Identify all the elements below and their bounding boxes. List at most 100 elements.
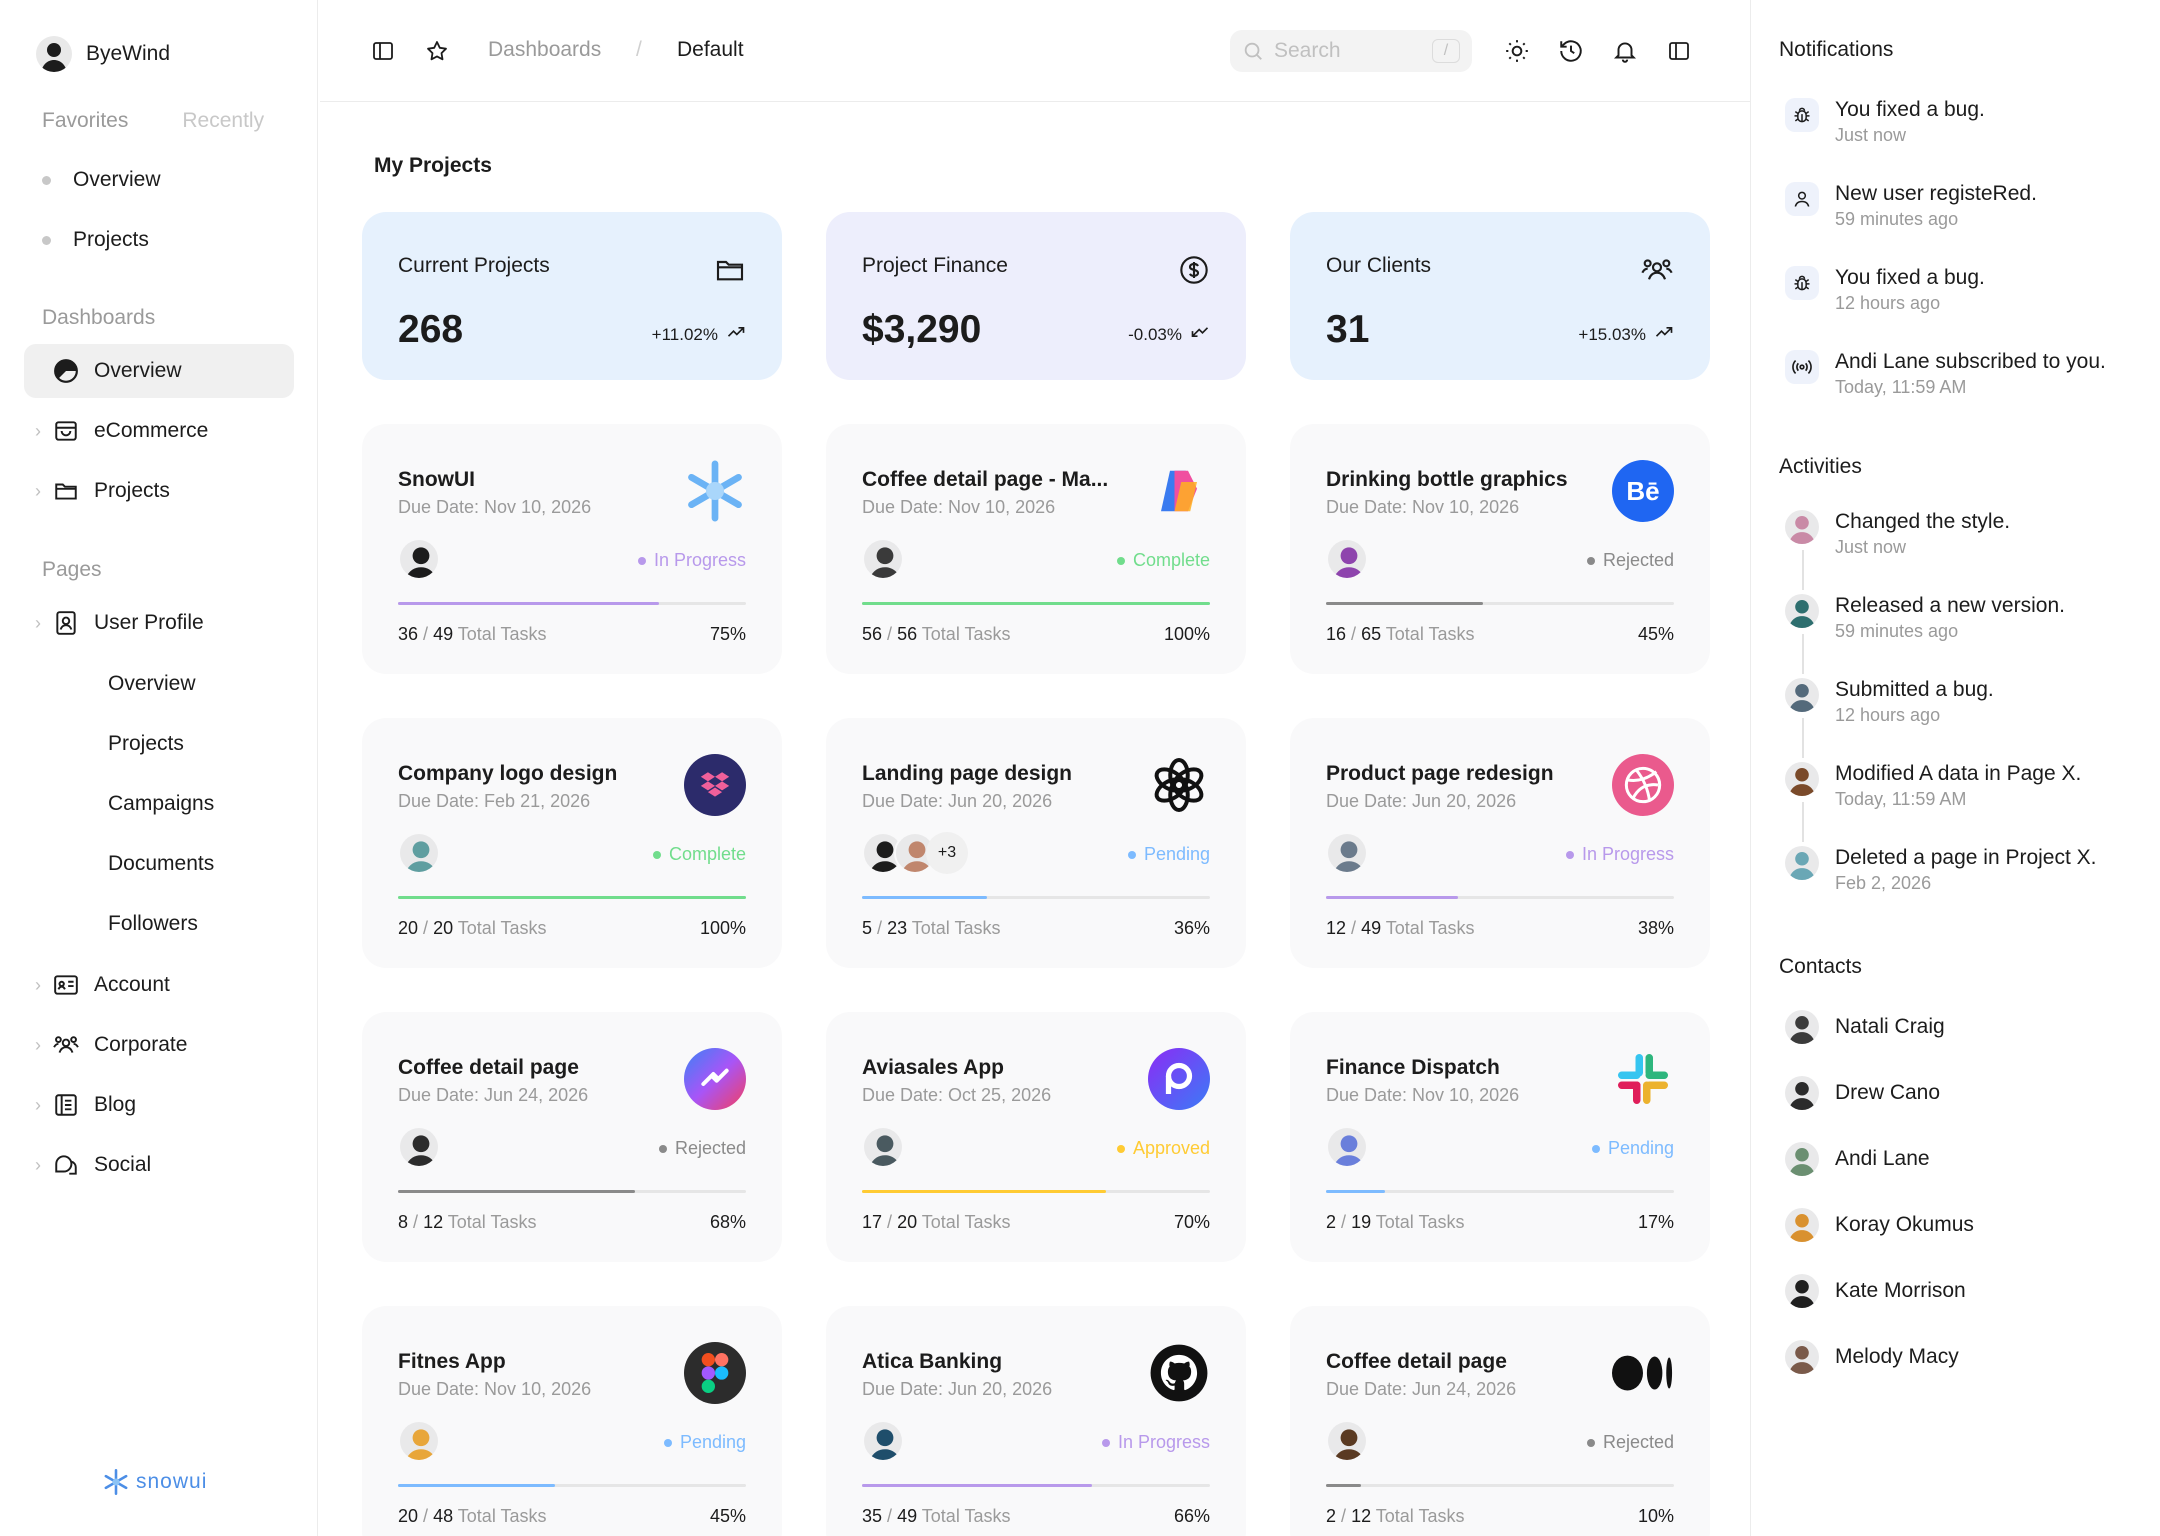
progress-track [1326,896,1674,899]
sidebar: ByeWind Favorites Recently Overview Proj… [0,0,318,1536]
sidebar-item-blog[interactable]: › Blog [24,1078,294,1132]
member-avatar [398,1420,440,1462]
project-card[interactable]: Coffee detail page Due Date: Jun 24, 202… [362,1012,782,1262]
contact-item[interactable]: Koray Okumus [1785,1208,1974,1242]
project-card[interactable]: Finance Dispatch Due Date: Nov 10, 2026 … [1290,1012,1710,1262]
task-count: 2 / 19 Total Tasks [1326,1212,1465,1232]
progress-percent: 70% [1173,1212,1210,1232]
activity-item[interactable]: Deleted a page in Project X. Feb 2, 2026 [1785,846,2097,896]
breadcrumb-dashboards[interactable]: Dashboards [488,38,601,62]
contact-item[interactable]: Melody Macy [1785,1340,1959,1374]
bell-icon[interactable] [1610,36,1640,66]
member-avatars [1326,538,1368,580]
sidebar-subitem-overview[interactable]: Overview [108,672,196,696]
contact-item[interactable]: Andi Lane [1785,1142,1930,1176]
status-badge: Approved [1116,1138,1210,1159]
project-card[interactable]: Coffee detail page Due Date: Jun 24, 202… [1290,1306,1710,1536]
project-due-date: Due Date: Nov 10, 2026 [1326,497,1520,517]
project-due-date: Due Date: Nov 10, 2026 [862,497,1056,517]
project-title: Coffee detail page - Ma... [862,468,1109,491]
tasks-label: Total Tasks [1385,624,1475,644]
status-dot [1591,1144,1600,1153]
activity-time: 12 hours ago [1835,705,1941,725]
star-icon[interactable] [422,36,452,66]
project-card[interactable]: SnowUI Due Date: Nov 10, 2026 In Progres… [362,424,782,674]
progress-track [1326,602,1674,605]
project-card[interactable]: Aviasales App Due Date: Oct 25, 2026 App… [826,1012,1246,1262]
progress-track [1326,1190,1674,1193]
project-card[interactable]: Company logo design Due Date: Feb 21, 20… [362,718,782,968]
sun-icon[interactable] [1502,36,1532,66]
contact-name: Kate Morrison [1835,1279,1966,1302]
project-due-date: Due Date: Jun 24, 2026 [1326,1379,1517,1399]
stat-card[interactable]: Project Finance $3,290 -0.03% [826,212,1246,380]
activity-item[interactable]: Modified A data in Page X. Today, 11:59 A… [1785,762,2081,812]
progress-percent: 10% [1637,1506,1674,1526]
progress-track [398,602,746,605]
tasks-done: 35 [862,1506,883,1526]
member-avatar [398,832,440,874]
tab-recently[interactable]: Recently [182,109,264,133]
sidebar-item-corporate[interactable]: › Corporate [24,1018,294,1072]
contact-item[interactable]: Natali Craig [1785,1010,1945,1044]
sidebar-subitem-followers[interactable]: Followers [108,912,198,936]
project-title: Drinking bottle graphics [1326,468,1568,491]
sidebar-toggle-icon[interactable] [368,36,398,66]
activity-avatar [1785,846,1819,880]
activity-text: Released a new version. [1835,594,2065,617]
sidebar-item-social[interactable]: › Social [24,1138,294,1192]
activity-item[interactable]: Submitted a bug. 12 hours ago [1785,678,1994,728]
chevron-right-icon: › [35,612,41,633]
notification-time: 59 minutes ago [1835,209,1959,229]
project-card[interactable]: Product page redesign Due Date: Jun 20, … [1290,718,1710,968]
status-text: Complete [1132,550,1210,570]
contact-item[interactable]: Kate Morrison [1785,1274,1966,1308]
project-card[interactable]: Landing page design Due Date: Jun 20, 20… [826,718,1246,968]
favorite-item-overview[interactable]: Overview [42,168,161,192]
notification-item[interactable]: You fixed a bug. Just now [1785,98,1985,148]
activity-time: Feb 2, 2026 [1835,873,1932,893]
notification-item[interactable]: New user registeRed. 59 minutes ago [1785,182,2037,232]
sidebar-subitem-campaigns[interactable]: Campaigns [108,792,214,816]
sidebar-subitem-documents[interactable]: Documents [108,852,214,876]
tab-favorites[interactable]: Favorites [42,109,128,133]
history-icon[interactable] [1556,36,1586,66]
activity-text: Modified A data in Page X. [1835,762,2082,785]
brand[interactable]: ByeWind [36,36,170,72]
tasks-done: 17 [862,1212,883,1232]
sidebar-tabs: Favorites Recently [42,109,264,133]
sidebar-item-overview[interactable]: Overview [24,344,294,398]
notification-item[interactable]: Andi Lane subscribed to you. Today, 11:59… [1785,350,2106,400]
member-avatars [398,538,440,580]
progress-track [398,1484,746,1487]
search-input[interactable] [1274,39,1414,63]
sidebar-item-account[interactable]: › Account [24,958,294,1012]
project-card[interactable]: Fitnes App Due Date: Nov 10, 2026 Pendin… [362,1306,782,1536]
search-box[interactable]: / [1230,30,1472,72]
sidebar-item-projects[interactable]: › Projects [24,464,294,518]
project-card[interactable]: Coffee detail page - Ma... Due Date: Nov… [826,424,1246,674]
sidebar-item-ecommerce[interactable]: › eCommerce [24,404,294,458]
bullet-icon [42,235,51,245]
favorite-item-projects[interactable]: Projects [42,228,149,252]
status-text: Rejected [1602,1432,1674,1452]
project-card[interactable]: Drinking bottle graphics Due Date: Nov 1… [1290,424,1710,674]
status-text: Pending [1607,1138,1674,1158]
stat-card[interactable]: Current Projects 268 +11.02% [362,212,782,380]
status-badge: In Progress [1101,1432,1210,1453]
snowflake-logo-icon [684,460,746,522]
project-title: Coffee detail page [1326,1350,1507,1373]
stat-card[interactable]: Our Clients 31 +15.03% [1290,212,1710,380]
contact-avatar [1785,1208,1819,1242]
notification-item[interactable]: You fixed a bug. 12 hours ago [1785,266,1985,316]
activity-item[interactable]: Changed the style. Just now [1785,510,2010,560]
sidebar-subitem-projects[interactable]: Projects [108,732,184,756]
dropbox-logo-icon [684,754,746,816]
right-panel-toggle-icon[interactable] [1664,36,1694,66]
status-badge: Rejected [658,1138,746,1159]
sidebar-item-user-profile[interactable]: › User Profile [24,596,294,650]
activity-item[interactable]: Released a new version. 59 minutes ago [1785,594,2065,644]
project-card[interactable]: Atica Banking Due Date: Jun 20, 2026 In … [826,1306,1246,1536]
contact-item[interactable]: Drew Cano [1785,1076,1940,1110]
project-title: Aviasales App [862,1056,1005,1079]
